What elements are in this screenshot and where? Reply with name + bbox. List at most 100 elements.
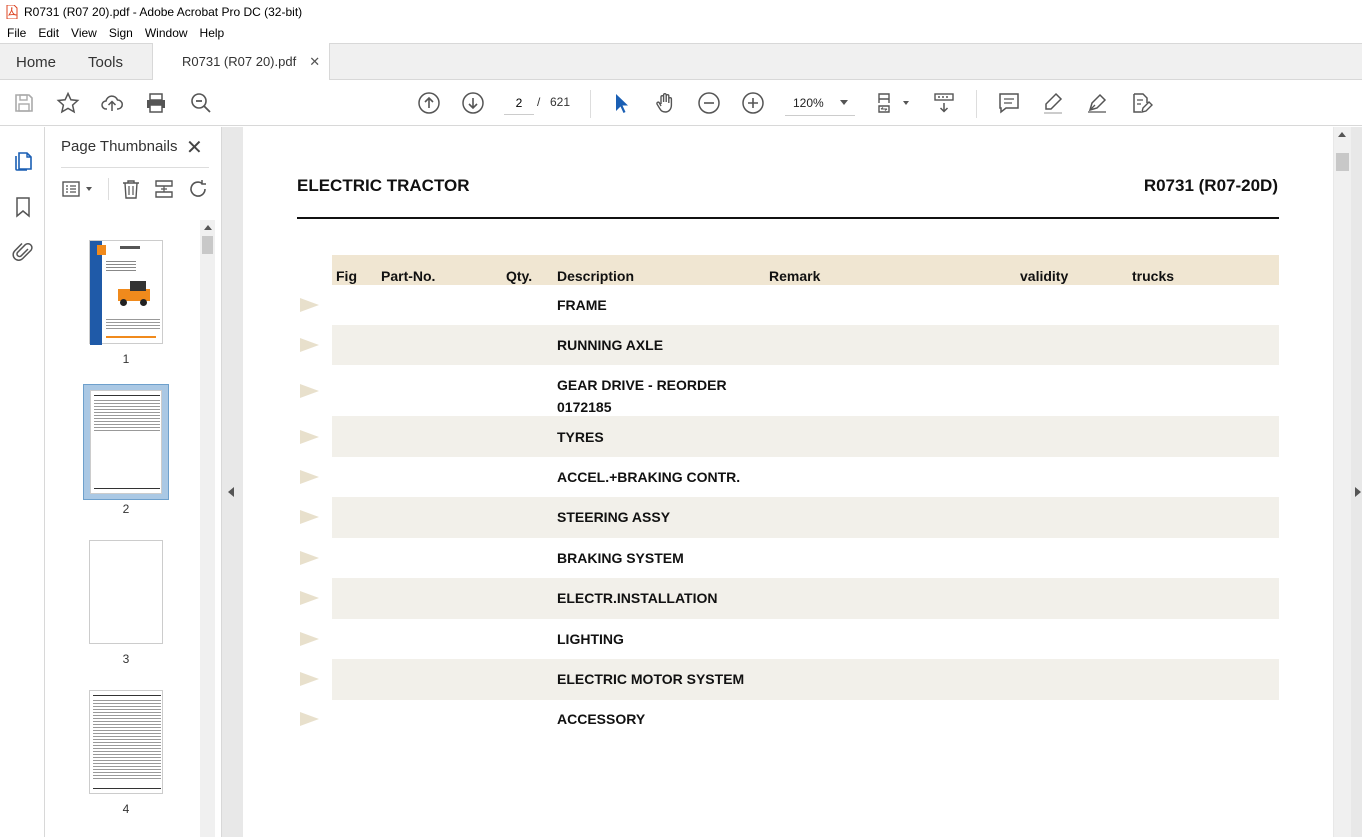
table-row-description[interactable]: ELECTRIC MOTOR SYSTEM [557, 668, 744, 690]
thumbnail-page-number: 1 [122, 352, 130, 366]
row-link-arrow-icon[interactable] [300, 551, 319, 565]
thumbnail-page-number: 2 [122, 502, 130, 516]
cover-logo [97, 245, 106, 255]
tab-document-label: R0731 (R07 20).pdf [182, 54, 297, 69]
toolbar-divider [590, 90, 591, 118]
menu-view[interactable]: View [71, 26, 97, 40]
table-row-description[interactable]: ACCEL.+BRAKING CONTR. [557, 466, 740, 488]
scroll-mode-icon[interactable] [932, 91, 956, 115]
row-link-arrow-icon[interactable] [300, 298, 319, 312]
page-thumbnail-2[interactable] [90, 390, 162, 494]
collapse-left-pane-icon[interactable] [228, 487, 234, 497]
edit-pdf-icon[interactable] [1129, 91, 1153, 115]
sign-pen-icon[interactable] [1085, 91, 1109, 115]
page-thumbnails-panel: Page Thumbnails ✕ 1 2 3 4 [45, 127, 222, 837]
table-row-description[interactable]: ELECTR.INSTALLATION [557, 587, 717, 609]
page-thumbnail-1[interactable] [89, 240, 163, 345]
table-row-bg [332, 659, 1279, 700]
zoom-out-icon[interactable] [697, 91, 721, 115]
menu-file[interactable]: File [7, 26, 26, 40]
row-link-arrow-icon[interactable] [300, 632, 319, 646]
table-row-description[interactable]: LIGHTING [557, 628, 624, 650]
expand-right-pane-icon[interactable] [1355, 487, 1361, 497]
menu-window[interactable]: Window [145, 26, 188, 40]
tool-divider [108, 178, 109, 200]
previous-page-icon[interactable] [417, 91, 441, 115]
close-panel-icon[interactable]: ✕ [186, 135, 203, 160]
rotate-page-icon[interactable] [188, 178, 210, 200]
scroll-up-icon[interactable] [204, 225, 212, 230]
document-scrollbar[interactable] [1334, 127, 1351, 837]
print-icon[interactable] [144, 91, 168, 115]
left-nav-strip [0, 127, 45, 837]
attachment-paperclip-icon[interactable] [11, 240, 35, 264]
menu-sign[interactable]: Sign [109, 26, 133, 40]
thumbnail-page-number: 3 [122, 652, 130, 666]
column-header-validity: validity [1020, 268, 1069, 284]
row-link-arrow-icon[interactable] [300, 712, 319, 726]
acrobat-pdf-icon [6, 4, 18, 19]
title-bar: R0731 (R07 20).pdf - Adobe Acrobat Pro D… [0, 0, 1362, 23]
save-icon[interactable] [12, 91, 36, 115]
table-row-description[interactable]: BRAKING SYSTEM [557, 547, 684, 569]
zoom-level-dropdown[interactable]: 120% [785, 90, 855, 116]
upload-cloud-icon[interactable] [100, 91, 124, 115]
scrollbar-handle[interactable] [1336, 153, 1349, 171]
cover-title-line [120, 246, 140, 249]
tab-tools[interactable]: Tools [88, 44, 123, 80]
table-row-bg [332, 497, 1279, 538]
column-header-description: Description [557, 268, 635, 284]
highlight-pen-icon[interactable] [1041, 91, 1065, 115]
row-link-arrow-icon[interactable] [300, 430, 319, 444]
row-link-arrow-icon[interactable] [300, 384, 319, 398]
trash-delete-icon[interactable] [120, 178, 142, 200]
cover-text-lines [106, 261, 136, 273]
chevron-down-icon[interactable] [86, 187, 92, 191]
close-tab-icon[interactable]: ✕ [309, 54, 320, 70]
table-row-description[interactable]: FRAME [557, 294, 607, 316]
page-thumbnail-3[interactable] [89, 540, 163, 644]
menu-edit[interactable]: Edit [38, 26, 59, 40]
page-total: 621 [550, 95, 571, 109]
table-row-description[interactable]: TYRES [557, 426, 604, 448]
row-link-arrow-icon[interactable] [300, 591, 319, 605]
page-number-input[interactable] [504, 91, 534, 115]
row-link-arrow-icon[interactable] [300, 672, 319, 686]
column-header-fig: Fig [336, 268, 357, 284]
select-cursor-icon[interactable] [609, 91, 633, 115]
extract-pages-icon[interactable] [153, 178, 175, 200]
row-link-arrow-icon[interactable] [300, 510, 319, 524]
cover-footer-line [106, 336, 156, 338]
page-thumbnails-icon[interactable] [11, 148, 35, 172]
table-row-description[interactable]: ACCESSORY [557, 708, 645, 730]
next-page-icon[interactable] [461, 91, 485, 115]
row-link-arrow-icon[interactable] [300, 470, 319, 484]
zoom-search-icon[interactable] [189, 91, 213, 115]
bookmark-icon[interactable] [11, 195, 35, 219]
tab-document[interactable]: R0731 (R07 20).pdf ✕ [152, 43, 330, 80]
hand-tool-icon[interactable] [653, 91, 677, 115]
table-row-description[interactable]: GEAR DRIVE - REORDER 0172185 [557, 374, 757, 418]
tab-home[interactable]: Home [16, 44, 56, 80]
table-row-bg [332, 578, 1279, 619]
menu-help[interactable]: Help [200, 26, 225, 40]
menu-bar: File Edit View Sign Window Help [0, 23, 1362, 43]
page-separator: / [537, 95, 541, 109]
scroll-up-icon[interactable] [1338, 132, 1346, 137]
zoom-level-value: 120% [793, 95, 824, 110]
thumbnail-options-icon[interactable] [61, 178, 83, 200]
table-row-description[interactable]: RUNNING AXLE [557, 334, 663, 356]
document-title: ELECTRIC TRACTOR [297, 176, 470, 195]
thumbnail-scrollbar[interactable] [200, 220, 215, 837]
scrollbar-handle[interactable] [202, 236, 213, 254]
row-link-arrow-icon[interactable] [300, 338, 319, 352]
zoom-in-icon[interactable] [741, 91, 765, 115]
thumbnail-page-number: 4 [122, 802, 130, 816]
page-thumbnail-4[interactable] [89, 690, 163, 794]
table-row-description[interactable]: STEERING ASSY [557, 506, 670, 528]
chevron-down-icon[interactable] [903, 101, 909, 105]
column-header-qty: Qty. [506, 268, 533, 284]
star-icon[interactable] [56, 91, 80, 115]
comment-icon[interactable] [997, 91, 1021, 115]
page-fit-icon[interactable] [876, 91, 900, 115]
